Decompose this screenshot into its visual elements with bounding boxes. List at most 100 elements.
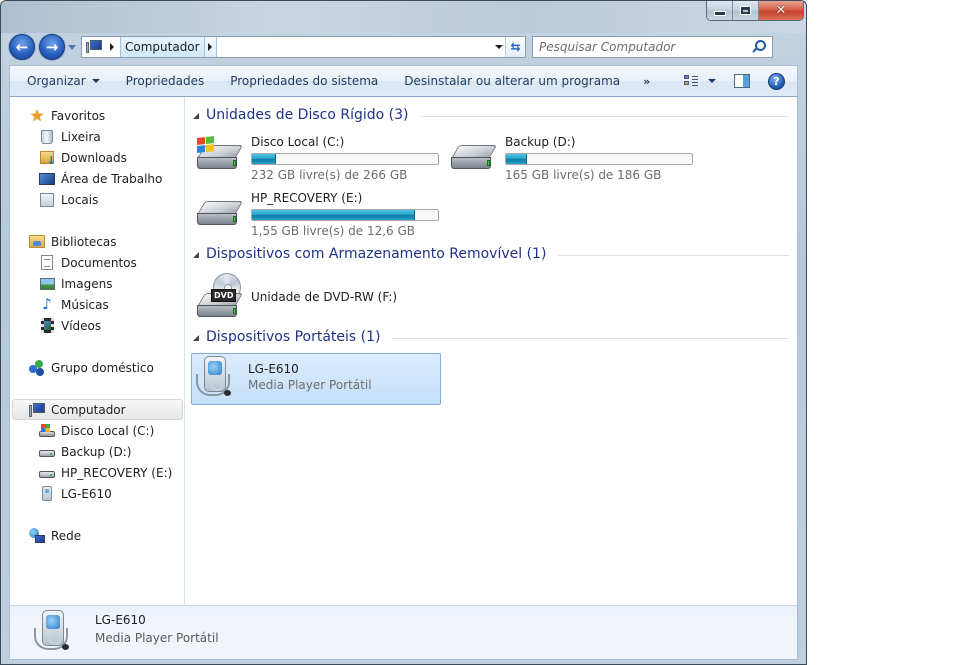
group-header-hard-disks[interactable]: Unidades de Disco Rígido (3)	[193, 105, 789, 125]
drive-name: Backup (D:)	[505, 135, 576, 149]
video-film-icon	[40, 318, 54, 333]
preview-pane-button[interactable]	[724, 74, 760, 88]
address-bar[interactable]: Computador ⇆	[81, 36, 526, 58]
device-type: Media Player Portátil	[248, 378, 372, 392]
help-button[interactable]: ?	[760, 72, 797, 90]
maximize-icon	[740, 6, 751, 15]
collapse-triangle-icon[interactable]	[193, 113, 199, 119]
sidebar-label: Downloads	[61, 150, 127, 165]
sidebar-label: Bibliotecas	[51, 234, 117, 249]
sidebar-item-places[interactable]: Locais	[10, 189, 184, 210]
sidebar-item-drive-d[interactable]: Backup (D:)	[10, 441, 184, 462]
system-properties-button[interactable]: Propriedades do sistema	[217, 66, 391, 96]
change-view-button[interactable]	[676, 75, 724, 87]
group-header-removable[interactable]: Dispositivos com Armazenamento Removível…	[193, 244, 789, 264]
properties-button[interactable]: Propriedades	[113, 66, 218, 96]
capacity-bar	[251, 153, 439, 165]
sidebar-item-drive-e[interactable]: HP_RECOVERY (E:)	[10, 462, 184, 483]
collapse-triangle-icon[interactable]	[193, 335, 199, 341]
recent-places-icon	[40, 192, 54, 207]
refresh-icon: ⇆	[510, 40, 521, 54]
windows-drive-icon	[195, 133, 244, 181]
forward-arrow-icon: →	[45, 37, 59, 56]
search-input[interactable]	[539, 40, 739, 54]
details-type: Media Player Portátil	[95, 631, 219, 645]
sidebar-label: Computador	[51, 402, 126, 417]
sidebar-label: HP_RECOVERY (E:)	[61, 465, 173, 480]
drive-free-space: 232 GB livre(s) de 266 GB	[251, 168, 408, 182]
details-pane: LG-E610 Media Player Portátil	[9, 605, 798, 660]
sidebar-item-documents[interactable]: Documentos	[10, 252, 184, 273]
drive-tile-dvd[interactable]: DVD Unidade de DVD-RW (F:)	[195, 271, 445, 323]
group-title: Dispositivos com Armazenamento Removível…	[206, 246, 547, 262]
sidebar-item-music[interactable]: ♪ Músicas	[10, 294, 184, 315]
sidebar-label: Rede	[51, 528, 82, 543]
homegroup-icon	[29, 359, 45, 376]
sidebar-item-libraries[interactable]: Bibliotecas	[10, 231, 184, 252]
computer-icon	[29, 402, 45, 417]
drive-tile-c[interactable]: Disco Local (C:) 232 GB livre(s) de 266 …	[195, 133, 445, 185]
maximize-button[interactable]	[733, 1, 759, 20]
search-box[interactable]	[532, 36, 773, 58]
forward-button[interactable]: →	[39, 34, 65, 60]
sidebar-item-computer[interactable]: Computador	[12, 399, 183, 420]
sidebar-label: LG-E610	[61, 486, 112, 501]
group-header-portable[interactable]: Dispositivos Portáteis (1)	[193, 327, 789, 347]
file-list-pane: Unidades de Disco Rígido (3) Disco Local…	[185, 97, 797, 605]
refresh-button[interactable]: ⇆	[505, 37, 525, 57]
sidebar-item-drive-c[interactable]: Disco Local (C:)	[10, 420, 184, 441]
sidebar-item-downloads[interactable]: Downloads	[10, 147, 184, 168]
command-bar: Organizar Propriedades Propriedades do s…	[9, 65, 798, 97]
close-button[interactable]: ✕	[759, 1, 803, 20]
group-divider	[558, 254, 789, 256]
sidebar-label: Disco Local (C:)	[61, 423, 155, 438]
help-icon: ?	[768, 72, 785, 90]
breadcrumb-computador[interactable]: Computador	[120, 37, 205, 57]
more-commands-button[interactable]: »	[633, 75, 660, 88]
organize-button[interactable]: Organizar	[10, 66, 113, 96]
back-button[interactable]: ←	[9, 34, 35, 60]
navigation-pane: ★ Favoritos Lixeira Downloads Área de Tra…	[10, 97, 185, 605]
sidebar-item-desktop[interactable]: Área de Trabalho	[10, 168, 184, 189]
group-divider	[392, 337, 789, 339]
music-note-icon: ♪	[42, 295, 52, 313]
uninstall-program-button[interactable]: Desinstalar ou alterar um programa	[391, 66, 633, 96]
capacity-fill	[252, 210, 416, 220]
sidebar-item-lg-e610[interactable]: LG-E610	[10, 483, 184, 504]
device-tile-lg-e610[interactable]: LG-E610 Media Player Portátil	[191, 353, 441, 405]
capacity-bar	[505, 153, 693, 165]
media-player-icon	[192, 354, 240, 402]
minimize-button[interactable]	[707, 1, 733, 20]
computer-icon	[86, 40, 102, 54]
drive-tile-d[interactable]: Backup (D:) 165 GB livre(s) de 186 GB	[449, 133, 699, 185]
drive-free-space: 165 GB livre(s) de 186 GB	[505, 168, 662, 182]
drive-tile-e[interactable]: HP_RECOVERY (E:) 1,55 GB livre(s) de 12,…	[195, 189, 445, 241]
sidebar-label: Favoritos	[51, 108, 106, 123]
details-name: LG-E610	[95, 613, 146, 627]
sidebar-item-favorites[interactable]: ★ Favoritos	[10, 105, 184, 126]
sidebar-item-homegroup[interactable]: Grupo doméstico	[10, 357, 184, 378]
search-icon[interactable]	[752, 40, 766, 54]
hard-drive-icon	[195, 189, 244, 237]
sidebar-item-network[interactable]: Rede	[10, 525, 184, 546]
navigation-bar: ← → Computador ⇆	[9, 33, 798, 61]
sidebar-item-pictures[interactable]: Imagens	[10, 273, 184, 294]
downloads-folder-icon	[40, 151, 56, 167]
recent-pages-dropdown[interactable]	[68, 44, 76, 50]
collapse-triangle-icon[interactable]	[193, 252, 199, 258]
sidebar-label: Imagens	[61, 276, 113, 291]
sidebar-label: Documentos	[61, 255, 137, 270]
sidebar-label: Locais	[61, 192, 99, 207]
breadcrumb-root-arrow[interactable]	[110, 43, 114, 51]
sidebar-item-recycle-bin[interactable]: Lixeira	[10, 126, 184, 147]
star-icon: ★	[29, 105, 45, 125]
media-player-icon	[42, 486, 52, 501]
breadcrumb-arrow[interactable]	[204, 37, 217, 57]
sidebar-item-videos[interactable]: Vídeos	[10, 315, 184, 336]
chevron-down-icon[interactable]	[708, 79, 716, 83]
capacity-fill	[506, 154, 528, 164]
hard-drive-icon	[449, 133, 498, 181]
sidebar-label: Grupo doméstico	[51, 360, 154, 375]
explorer-window: ✕ ← → Computador ⇆ Organizar Propriedade…	[0, 0, 807, 665]
address-history-dropdown[interactable]	[495, 45, 503, 49]
